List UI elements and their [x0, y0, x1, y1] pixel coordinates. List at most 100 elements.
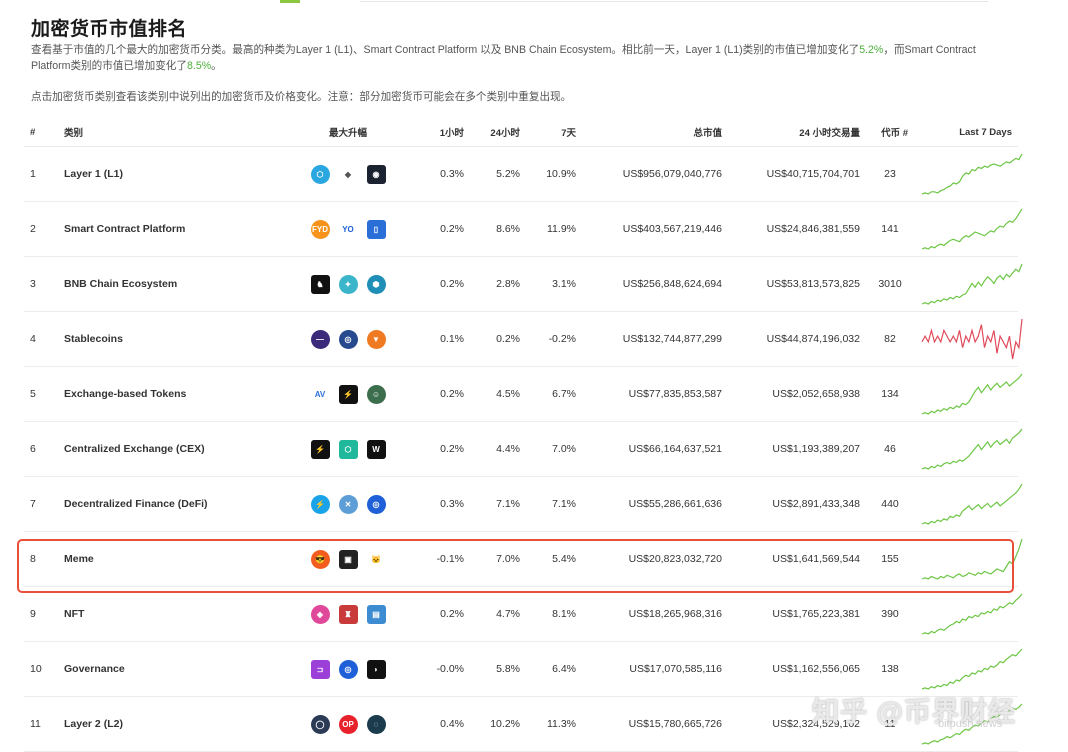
table-row[interactable]: 9 NFT ◈ ♜ ▤ 0.2% 4.7% 8.1% US$18,265,968,316 US$1… — [24, 586, 1023, 642]
hexagon-token-icon[interactable]: ⬢ — [366, 274, 386, 294]
header-market-cap[interactable]: 总市值 — [582, 118, 728, 147]
coin-count: 155 — [866, 531, 914, 587]
navy-token-icon[interactable]: ◎ — [338, 329, 358, 349]
header-1h[interactable]: 1小时 — [408, 118, 470, 147]
header-24h[interactable]: 24小时 — [470, 118, 526, 147]
black-red-token-icon[interactable]: ⚡ — [338, 384, 358, 404]
market-cap: US$55,286,661,636 — [582, 476, 728, 532]
category-name[interactable]: Exchange-based Tokens — [58, 366, 288, 422]
sparkline-line — [921, 263, 1023, 305]
coin-count: 390 — [866, 586, 914, 642]
header-category[interactable]: 类别 — [58, 118, 288, 147]
table-row[interactable]: 5 Exchange-based Tokens AV ⚡ ☺ 0.2% 4.5% 6.7% US… — [24, 366, 1023, 422]
category-name[interactable]: NFT — [58, 586, 288, 642]
change-7d: 11.9% — [526, 201, 582, 257]
blue-ring-gov-icon[interactable]: ◎ — [338, 659, 358, 679]
table-header-row: # 类别 最大升幅 1小时 24小时 7天 总市值 24 小时交易量 代币 # … — [24, 118, 1018, 147]
table-row[interactable]: 2 Smart Contract Platform FYD YO ▯ 0.2% 8.6% 11… — [24, 201, 1023, 257]
market-cap: US$403,567,219,446 — [582, 201, 728, 257]
blue-token-icon[interactable]: ▯ — [366, 219, 386, 239]
sparkline-cell — [914, 366, 1023, 422]
change-24h: 2.8% — [470, 256, 526, 312]
rank-cell: 5 — [24, 366, 58, 422]
top-divider — [0, 0, 1068, 4]
category-name[interactable]: Meme — [58, 531, 288, 587]
green-cube-icon[interactable]: ⬡ — [338, 439, 358, 459]
yo-token-icon[interactable]: YO — [339, 220, 358, 239]
change-7d: 5.4% — [526, 531, 582, 587]
table-row[interactable]: 6 Centralized Exchange (CEX) ⚡ ⬡ W 0.2% 4.4% 7.… — [24, 421, 1023, 477]
rank-cell: 10 — [24, 641, 58, 697]
ring-token-icon[interactable]: ◯ — [310, 714, 330, 734]
category-name[interactable]: Layer 1 (L1) — [58, 146, 288, 202]
x-token-icon[interactable]: ✕ — [338, 494, 358, 514]
change-7d: 6.7% — [526, 366, 582, 422]
sunglasses-token-icon[interactable]: 😎 — [310, 549, 330, 569]
bolt-token-icon[interactable]: ⚡ — [310, 494, 330, 514]
volume-24h: US$40,715,704,701 — [728, 146, 866, 202]
change-24h: 7.0% — [470, 531, 526, 587]
change-24h: 10.2% — [470, 696, 526, 752]
description-text-a: 查看基于市值的几个最大的加密货币分类。最高的种类为Layer 1 (L1)、Sm… — [31, 44, 860, 56]
purple-square-token-icon[interactable]: ⊐ — [310, 659, 330, 679]
table-row[interactable]: 1 Layer 1 (L1) ⬡ ◆ ◉ 0.3% 5.2% 10.9% US$956,079,… — [24, 146, 1023, 202]
category-name[interactable]: Stablecoins — [58, 311, 288, 367]
purple-token-icon[interactable]: — — [310, 329, 330, 349]
pink-token-icon[interactable]: ◈ — [310, 604, 330, 624]
volume-24h: US$2,052,658,938 — [728, 366, 866, 422]
rank-cell: 3 — [24, 256, 58, 312]
teal-token-icon[interactable]: ✦ — [338, 274, 358, 294]
table-row[interactable]: 8 Meme 😎 ▣ 🐱 -0.1% 7.0% 5.4% US$20,823,032,720 US… — [24, 531, 1023, 587]
sparkline-line — [921, 373, 1023, 415]
sparkline-line — [921, 483, 1023, 525]
category-name[interactable]: BNB Chain Ecosystem — [58, 256, 288, 312]
dark-square-token-icon[interactable]: ▣ — [338, 549, 358, 569]
dark-token-icon[interactable]: ◉ — [366, 164, 386, 184]
orange-token-icon[interactable]: ▼ — [366, 329, 386, 349]
red-creature-token-icon[interactable]: ♜ — [338, 604, 358, 624]
volume-24h: US$44,874,196,032 — [728, 311, 866, 367]
category-name[interactable]: Governance — [58, 641, 288, 697]
op-token-icon[interactable]: OP — [338, 714, 358, 734]
change-24h: 5.2% — [470, 146, 526, 202]
black-red-cex-icon[interactable]: ⚡ — [310, 439, 330, 459]
coin-count: 138 — [866, 641, 914, 697]
sparkline-cell — [914, 311, 1023, 367]
header-coin-count[interactable]: 代币 # — [866, 118, 914, 147]
header-rank[interactable]: # — [24, 118, 58, 147]
rank-cell: 2 — [24, 201, 58, 257]
ethereum-icon[interactable]: ◆ — [339, 165, 358, 184]
table-row[interactable]: 7 Decentralized Finance (DeFi) ⚡ ✕ ◎ 0.3% 7.1%… — [24, 476, 1023, 532]
teal-swirl-token-icon[interactable]: ◌ — [366, 714, 386, 734]
cube-token-icon[interactable]: ⬡ — [310, 164, 330, 184]
coin-count: 141 — [866, 201, 914, 257]
table-row[interactable]: 10 Governance ⊐ ◎ ◗ -0.0% 5.8% 6.4% US$17,070,58… — [24, 641, 1023, 697]
category-name[interactable]: Centralized Exchange (CEX) — [58, 421, 288, 477]
change-24h: 7.1% — [470, 476, 526, 532]
av-token-icon[interactable]: AV — [311, 385, 330, 404]
category-name[interactable]: Decentralized Finance (DeFi) — [58, 476, 288, 532]
sparkline-cell — [914, 531, 1023, 587]
volume-24h: US$1,162,556,065 — [728, 641, 866, 697]
blue-ring-token-icon[interactable]: ◎ — [366, 494, 386, 514]
w-token-icon[interactable]: W — [366, 439, 386, 459]
table-row[interactable]: 4 Stablecoins — ◎ ▼ 0.1% 0.2% -0.2% US$132,744,8… — [24, 311, 1023, 367]
sparkline-cell — [914, 641, 1023, 697]
market-cap: US$77,835,853,587 — [582, 366, 728, 422]
category-name[interactable]: Smart Contract Platform — [58, 201, 288, 257]
category-name[interactable]: Layer 2 (L2) — [58, 696, 288, 752]
change-24h: 5.8% — [470, 641, 526, 697]
l1-change-value: 5.2% — [859, 44, 884, 56]
pixel-token-icon[interactable]: ▤ — [366, 604, 386, 624]
cat-face-token-icon[interactable]: 🐱 — [367, 550, 386, 569]
green-face-token-icon[interactable]: ☺ — [366, 384, 386, 404]
header-7d[interactable]: 7天 — [526, 118, 582, 147]
rank-cell: 8 — [24, 531, 58, 587]
black-token-icon[interactable]: ♞ — [310, 274, 330, 294]
header-volume-24h[interactable]: 24 小时交易量 — [728, 118, 866, 147]
sparkline-line — [921, 318, 1023, 360]
table-row[interactable]: 3 BNB Chain Ecosystem ♞ ✦ ⬢ 0.2% 2.8% 3.1% US$25… — [24, 256, 1023, 312]
fyd-token-icon[interactable]: FYD — [310, 219, 330, 239]
sparkline-chart — [921, 483, 1023, 525]
black-curve-token-icon[interactable]: ◗ — [366, 659, 386, 679]
